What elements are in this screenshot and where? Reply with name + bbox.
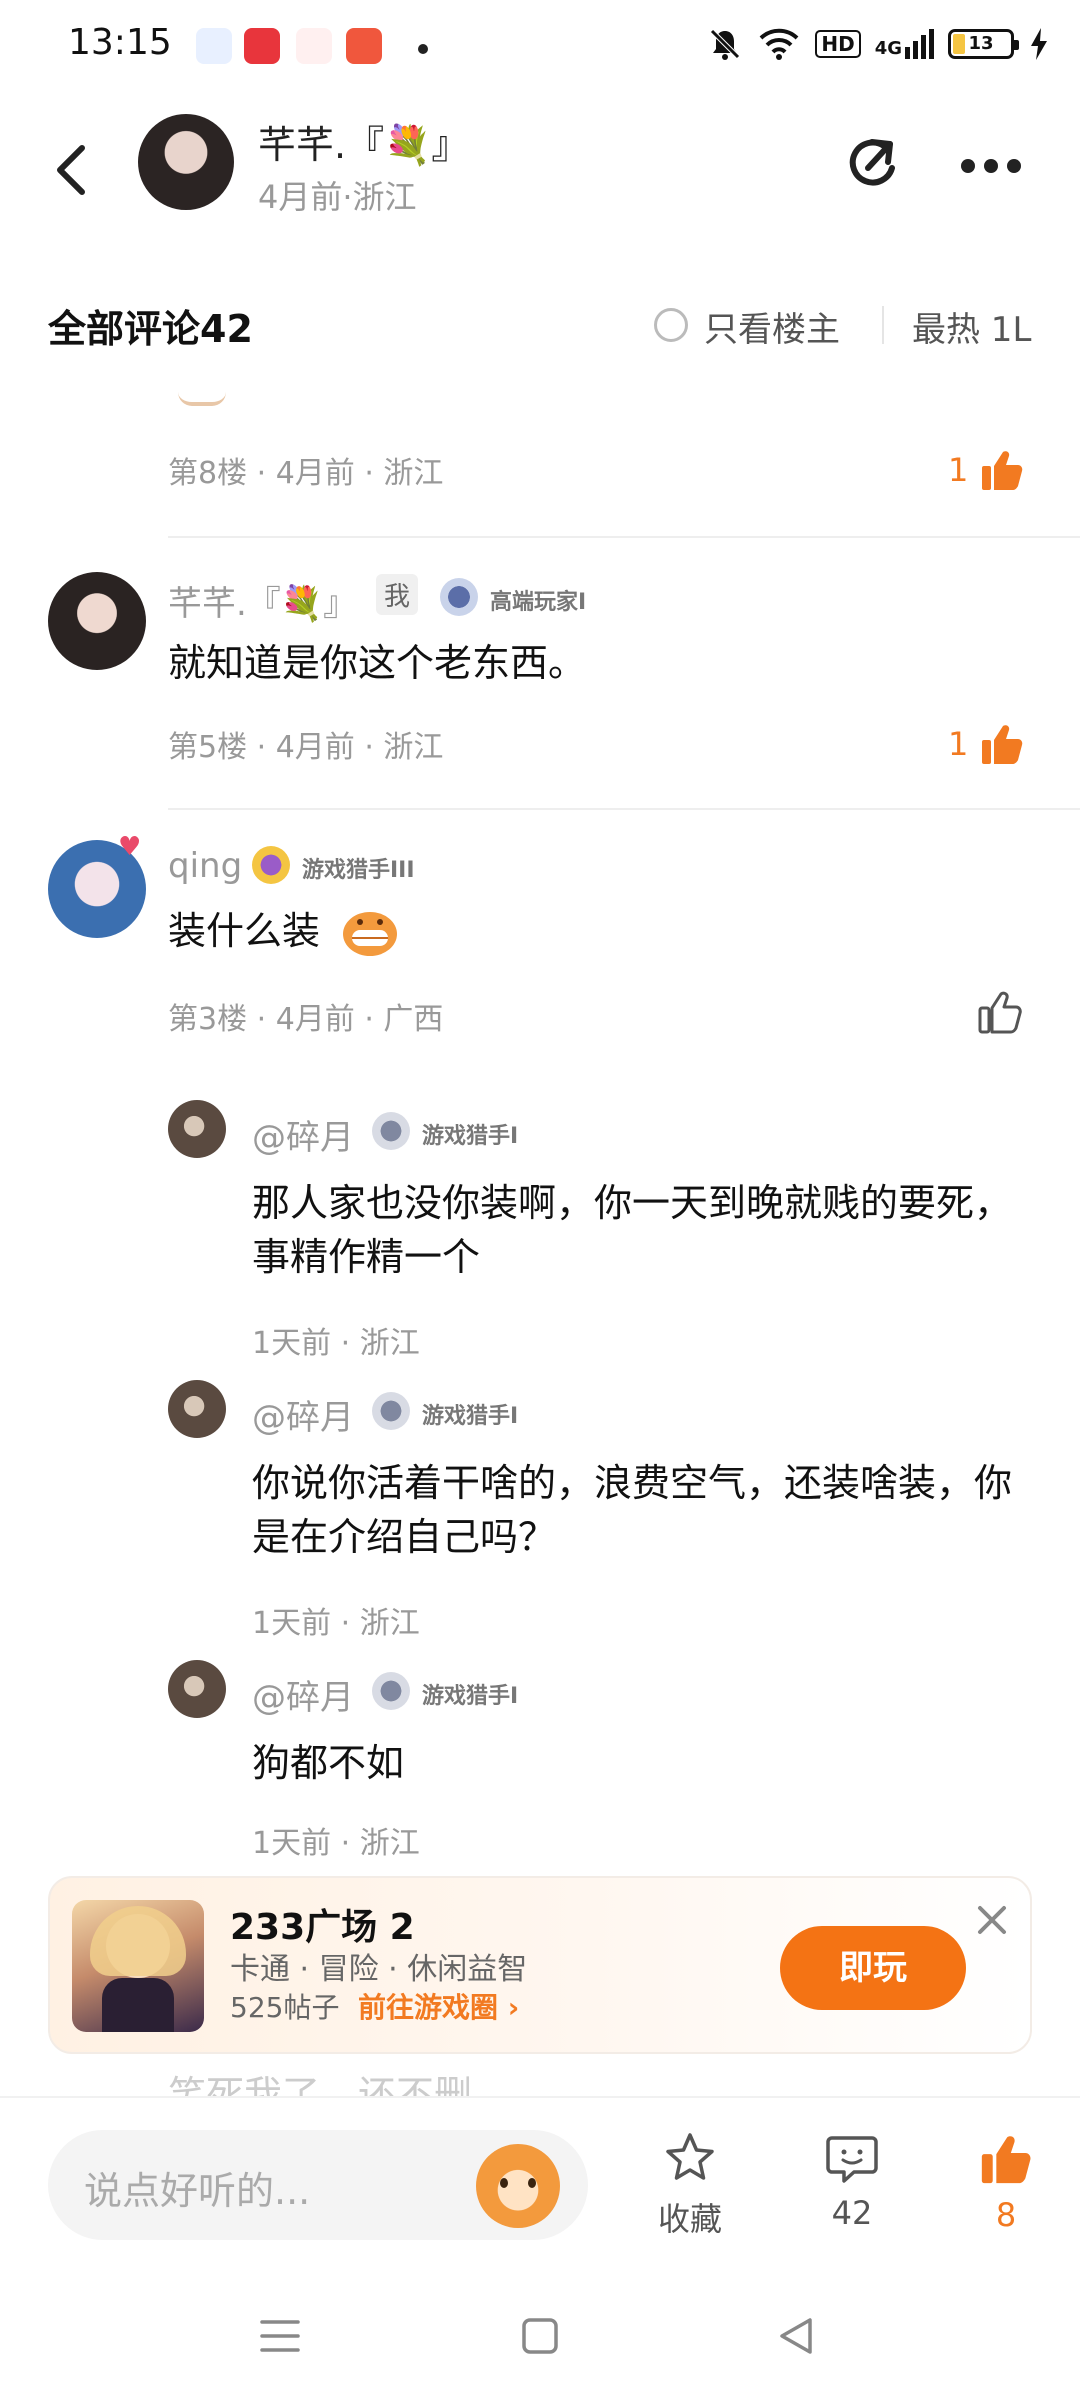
battery-icon: 13 (948, 29, 1019, 59)
floor3-comment-text[interactable]: 装什么装 (168, 904, 320, 958)
floor5-avatar[interactable] (48, 572, 146, 670)
floor5-level-label: 高端玩家I (490, 590, 587, 615)
reply-text[interactable]: 你说你活着干啥的，浪费空气，还装啥装，你是在介绍自己吗？ (252, 1456, 1032, 1564)
floor5-comment-text[interactable]: 就知道是你这个老东西。 (168, 636, 586, 690)
reply-level-label: 游戏猎手I (422, 1684, 519, 1709)
baidu-app-icon (196, 28, 232, 64)
menu-icon[interactable] (258, 2316, 302, 2356)
status-right: HD 4G 13 (707, 26, 1050, 62)
floor5-username[interactable]: 芊芊.『💐』 (168, 576, 357, 625)
comment-input[interactable]: 说点好听的... (48, 2130, 588, 2240)
comments-button[interactable]: 42 (792, 2130, 912, 2232)
star-outline-icon (666, 2133, 714, 2180)
reply-text[interactable]: 狗都不如 (252, 1736, 404, 1790)
mascot-emoji-icon[interactable] (476, 2144, 560, 2228)
reply-avatar[interactable] (168, 1100, 226, 1158)
all-comments-title: 全部评论42 (48, 307, 253, 351)
reply-level-label: 游戏猎手I (422, 1124, 519, 1149)
floor5-like-button[interactable]: 1 (948, 720, 1026, 768)
status-bar: 13:15 HD 4G 13 (0, 0, 1080, 96)
charging-bolt-icon (1031, 28, 1047, 60)
comment-bubble-icon (826, 2136, 878, 2183)
bottom-action-bar: 说点好听的... 收藏 42 8 (0, 2096, 1080, 2276)
post-time-location: 4月前·浙江 (258, 178, 417, 216)
game-cover-image[interactable] (72, 1900, 204, 2032)
hd-badge: HD (815, 30, 861, 58)
favorite-button[interactable]: 收藏 (630, 2130, 750, 2240)
floor5-meta: 第5楼 · 4月前 · 浙江 (168, 730, 444, 765)
comment-divider (168, 536, 1080, 538)
only-op-radio[interactable] (654, 308, 688, 342)
notification-dot (418, 44, 428, 54)
thumbs-up-filled-icon (982, 451, 1023, 490)
hunter-level-badge-icon (252, 846, 290, 884)
reply-username[interactable]: @碎月 (252, 1110, 354, 1159)
grin-emoji-icon (343, 912, 397, 956)
reply-text[interactable]: 那人家也没你装啊，你一天到晚就贱的要死，事精作精一个 (252, 1176, 1032, 1284)
floor5-me-badge: 我 (376, 574, 419, 615)
floor5-like-count: 1 (948, 725, 969, 763)
floor3-level-label: 游戏猎手III (302, 858, 415, 883)
reply-meta: 1天前 · 浙江 (252, 1326, 420, 1361)
back-arrow-icon[interactable] (48, 140, 96, 200)
thumbs-up-filled-icon (982, 725, 1023, 764)
floor8-like-button[interactable]: 1 (948, 446, 1026, 494)
back-triangle-icon[interactable] (776, 2316, 816, 2356)
chevron-right-icon: › (507, 1991, 520, 2024)
comment-divider (168, 808, 1080, 810)
mascot-eyes (500, 2178, 536, 2188)
home-square-icon[interactable] (520, 2316, 560, 2356)
reply-username[interactable]: @碎月 (252, 1390, 354, 1439)
author-avatar[interactable] (138, 114, 234, 210)
floor3-meta: 第3楼 · 4月前 · 广西 (168, 1002, 444, 1037)
reply-username[interactable]: @碎月 (252, 1670, 354, 1719)
floor8-like-count: 1 (948, 451, 969, 489)
status-time: 13:15 (68, 22, 172, 63)
reply-level-label: 游戏猎手I (422, 1404, 519, 1429)
game-post-count: 525帖子 (230, 1991, 340, 2024)
signal-icon: 4G (875, 29, 934, 59)
comment-input-placeholder: 说点好听的... (84, 2169, 311, 2213)
game-character-hair (90, 1906, 186, 1976)
thumbs-up-filled-icon (981, 2136, 1031, 2184)
level-badge-icon (440, 578, 478, 616)
game-title[interactable]: 233广场 2 (230, 1898, 415, 1950)
play-now-button[interactable]: 即玩 (780, 1926, 966, 2010)
sort-hot-toggle[interactable]: 最热 1L (912, 302, 1080, 351)
avatar-frame-heart-icon: ♥ (118, 832, 142, 862)
comments-count: 42 (831, 2194, 873, 2232)
game-circle-link[interactable]: 前往游戏圈 › (358, 1986, 519, 2026)
game-ad-card[interactable]: 233广场 2 卡通 · 冒险 · 休闲益智 525帖子 前往游戏圈 › 即玩 (48, 1876, 1032, 2054)
hunter-level-badge-icon (372, 1672, 410, 1710)
hunter-level-badge-icon (372, 1112, 410, 1150)
thumbs-up-outline-icon[interactable] (976, 988, 1024, 1036)
reply-avatar[interactable] (168, 1380, 226, 1438)
reply-meta: 1天前 · 浙江 (252, 1606, 420, 1641)
hunter-level-badge-icon (372, 1392, 410, 1430)
app-red-icon-2 (346, 28, 382, 64)
comments-filter-bar: 全部评论42 只看楼主 最热 1L (0, 282, 1080, 370)
reply-meta: 1天前 · 浙江 (252, 1826, 420, 1861)
system-nav-bar (0, 2276, 1080, 2400)
filter-divider (882, 306, 884, 344)
more-options-icon[interactable] (958, 156, 1024, 176)
mute-bell-icon (710, 29, 741, 60)
app-red-icon-1 (244, 28, 280, 64)
like-post-button[interactable]: 8 (946, 2130, 1066, 2234)
author-name[interactable]: 芊芊.『💐』 (258, 114, 469, 169)
map-pin-app-icon (296, 28, 332, 64)
post-header: 芊芊.『💐』 4月前·浙江 (0, 100, 1080, 240)
reply-avatar[interactable] (168, 1660, 226, 1718)
favorite-label: 收藏 (657, 2200, 722, 2238)
game-character-dress (102, 1978, 174, 2032)
share-icon[interactable] (842, 134, 906, 198)
floor3-username[interactable]: qing (168, 846, 242, 886)
only-op-label[interactable]: 只看楼主 (704, 302, 840, 351)
game-tags: 卡通 · 冒险 · 休闲益智 (230, 1952, 528, 1987)
close-icon[interactable] (972, 1900, 1012, 1940)
floor8-meta: 第8楼 · 4月前 · 浙江 (168, 456, 444, 491)
wifi-icon (759, 28, 799, 60)
likes-count: 8 (995, 2196, 1017, 2234)
floor8-partial-emoji (178, 392, 226, 406)
